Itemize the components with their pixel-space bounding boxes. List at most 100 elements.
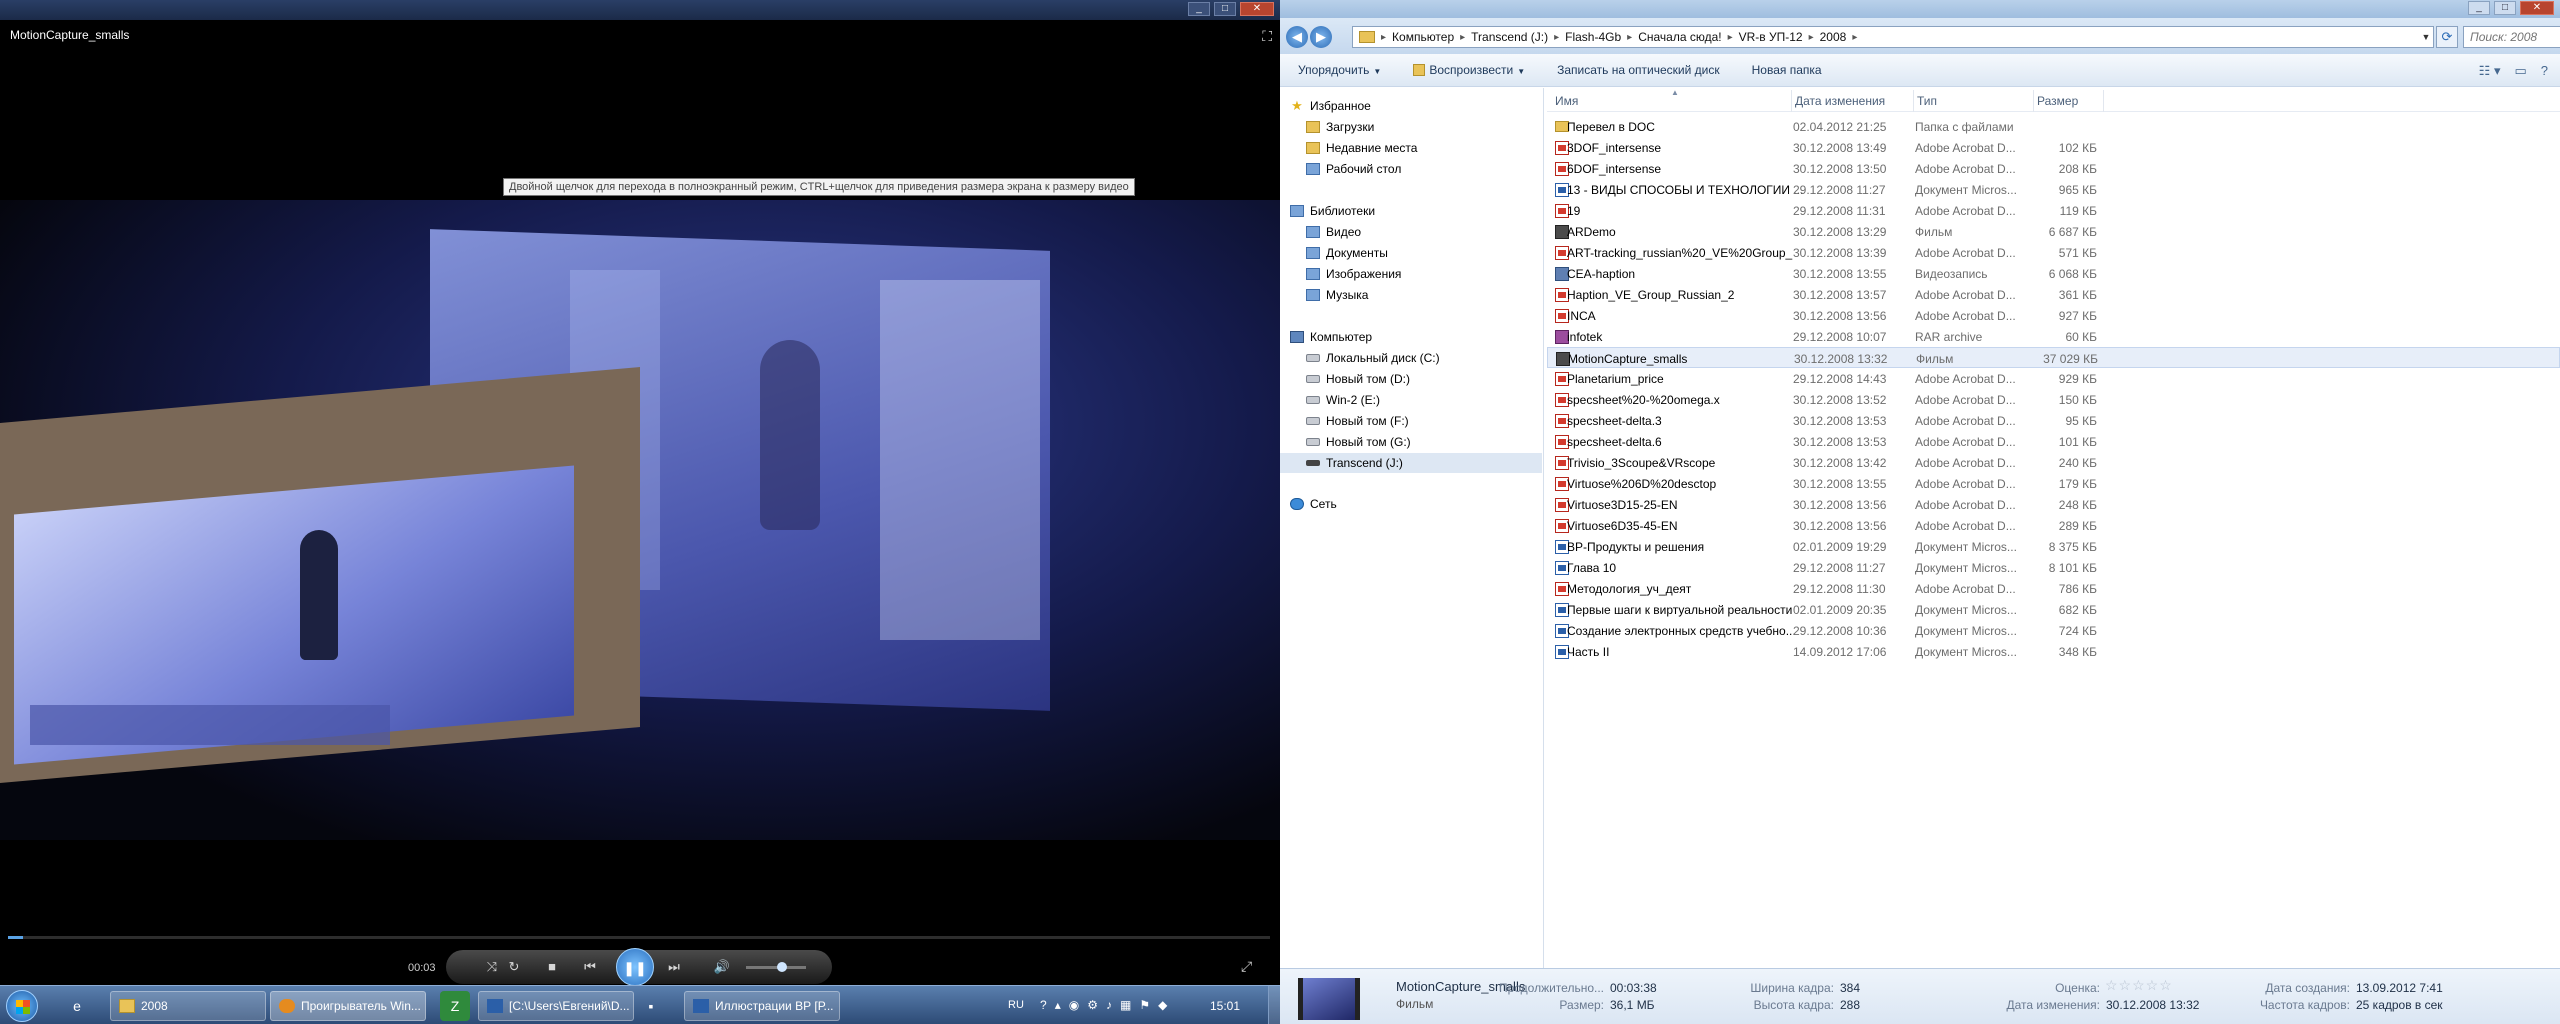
breadcrumb-item[interactable]: Flash-4Gb <box>1565 30 1621 44</box>
view-options-icon[interactable]: ☷ ▾ <box>2479 63 2501 79</box>
play-button[interactable]: Воспроизвести ▼ <box>1413 63 1525 77</box>
file-row[interactable]: Первые шаги к виртуальной реальности 02.0… <box>1547 599 2560 620</box>
file-row[interactable]: ВР-Продукты и решения 02.01.2009 19:29 Док… <box>1547 536 2560 557</box>
file-row[interactable]: 6DOF_intersense 30.12.2008 13:50 Adobe Acr… <box>1547 158 2560 179</box>
file-row[interactable]: Глава 10 29.12.2008 11:27 Документ Micros.… <box>1547 557 2560 578</box>
minimize-button[interactable]: _ <box>1188 2 1210 16</box>
framerate-value[interactable]: 25 кадров в сек <box>2356 998 2443 1012</box>
column-divider[interactable] <box>2033 90 2034 112</box>
duration-value[interactable]: 00:03:38 <box>1610 981 1657 995</box>
nav-drive-e[interactable]: Win-2 (E:) <box>1306 390 1380 410</box>
breadcrumb-item[interactable]: 2008 <box>1820 30 1847 44</box>
frame-height-value[interactable]: 288 <box>1840 998 1860 1012</box>
close-button[interactable]: ✕ <box>1240 2 1274 16</box>
refresh-icon[interactable]: ⟳ <box>2436 26 2458 48</box>
action-center-icon[interactable]: ⚑ <box>1139 998 1150 1012</box>
stop-icon[interactable]: ■ <box>542 957 562 977</box>
app-icon[interactable]: ▪ <box>640 991 662 1021</box>
address-breadcrumb[interactable]: ▸ Компьютер ▸ Transcend (J:) ▸ Flash-4Gb… <box>1352 26 2434 48</box>
network-icon[interactable]: ▦ <box>1120 998 1131 1012</box>
help-icon[interactable]: ? <box>2541 63 2548 79</box>
nav-downloads[interactable]: Загрузки <box>1306 117 1374 137</box>
previous-icon[interactable]: ⏮ <box>580 957 600 977</box>
nav-network[interactable]: Сеть <box>1290 494 1337 514</box>
volume-slider[interactable] <box>746 962 806 972</box>
chevron-right-icon[interactable]: ▸ <box>1809 32 1814 43</box>
file-row[interactable]: specsheet%20-%20omega.x 30.12.2008 13:52 A… <box>1547 389 2560 410</box>
show-desktop-button[interactable] <box>1268 986 1280 1024</box>
taskbar-item-folder-window[interactable]: [C:\Users\Евгений\D... <box>478 991 634 1021</box>
explorer-titlebar[interactable]: _ □ ✕ <box>1280 0 2560 18</box>
tray-arrow-icon[interactable]: ▴ <box>1055 998 1061 1012</box>
minimize-button[interactable]: _ <box>2468 1 2490 15</box>
settings-icon[interactable]: ⚙ <box>1087 998 1098 1012</box>
nav-libraries[interactable]: Библиотеки <box>1290 201 1375 221</box>
nav-desktop[interactable]: Рабочий стол <box>1306 159 1401 179</box>
organize-button[interactable]: Упорядочить ▼ <box>1298 63 1381 77</box>
nav-video[interactable]: Видео <box>1306 222 1361 242</box>
taskbar-item-word[interactable]: Иллюстрации ВР [Р... <box>684 991 840 1021</box>
taskbar-item-media-player[interactable]: Проигрыватель Win... <box>270 991 426 1021</box>
chevron-right-icon[interactable]: ▸ <box>1728 32 1733 43</box>
file-row[interactable]: Virtuose%206D%20desctop 30.12.2008 13:55 A… <box>1547 473 2560 494</box>
column-header-type[interactable]: Тип <box>1917 94 1937 108</box>
close-button[interactable]: ✕ <box>2520 1 2554 15</box>
file-row[interactable]: MotionCapture_smalls 30.12.2008 13:32 Филь… <box>1547 347 2560 368</box>
back-arrow-icon[interactable]: ◀ <box>1286 26 1308 48</box>
created-value[interactable]: 13.09.2012 7:41 <box>2356 981 2443 995</box>
file-row[interactable]: Virtuose3D15-25-EN 30.12.2008 13:56 Adobe … <box>1547 494 2560 515</box>
file-row[interactable]: infotek 29.12.2008 10:07 RAR archive 60 КБ <box>1547 326 2560 347</box>
chevron-right-icon[interactable]: ▸ <box>1554 32 1559 43</box>
column-header-date[interactable]: Дата изменения <box>1795 94 1885 108</box>
chevron-right-icon[interactable]: ▸ <box>1852 32 1857 43</box>
taskbar-item-explorer[interactable]: 2008 <box>110 991 266 1021</box>
pause-button[interactable]: ❚❚ <box>616 948 654 986</box>
maximize-button[interactable]: □ <box>2494 1 2516 15</box>
breadcrumb-item[interactable]: VR-в УП-12 <box>1739 30 1803 44</box>
switch-to-library-icon[interactable]: ⛶ <box>1262 28 1272 45</box>
file-row[interactable]: Часть II 14.09.2012 17:06 Документ Micros.… <box>1547 641 2560 662</box>
repeat-icon[interactable]: ↻ <box>504 957 524 977</box>
file-row[interactable]: 19 29.12.2008 11:31 Adobe Acrobat D... 119 … <box>1547 200 2560 221</box>
next-icon[interactable]: ⏭ <box>664 957 684 977</box>
tray-icon[interactable]: ◆ <box>1158 998 1167 1012</box>
chevron-right-icon[interactable]: ▸ <box>1460 32 1465 43</box>
file-row[interactable]: CEA-haption 30.12.2008 13:55 Видеозапись 6 … <box>1547 263 2560 284</box>
nav-recent-places[interactable]: Недавние места <box>1306 138 1417 158</box>
help-icon[interactable]: ? <box>1040 998 1047 1012</box>
new-folder-button[interactable]: Новая папка <box>1752 63 1822 77</box>
size-value[interactable]: 36,1 МБ <box>1610 998 1655 1012</box>
breadcrumb-item[interactable]: Компьютер <box>1392 30 1454 44</box>
sync-icon[interactable]: ◉ <box>1069 998 1079 1012</box>
file-row[interactable]: specsheet-delta.6 30.12.2008 13:53 Adobe A… <box>1547 431 2560 452</box>
forward-arrow-icon[interactable]: ▶ <box>1310 26 1332 48</box>
shuffle-icon[interactable]: ⤨ <box>482 957 502 977</box>
column-header-name[interactable]: Имя <box>1555 94 1578 108</box>
nav-drive-f[interactable]: Новый том (F:) <box>1306 411 1409 431</box>
file-row[interactable]: 13 - ВИДЫ СПОСОБЫ И ТЕХНОЛОГИИ ... 29.12.… <box>1547 179 2560 200</box>
chevron-down-icon[interactable]: ▼ <box>2419 27 2433 47</box>
switch-view-icon[interactable]: ⤢ <box>1241 958 1252 975</box>
search-input[interactable] <box>2464 27 2560 47</box>
file-row[interactable]: Haption_VE_Group_Russian_2 30.12.2008 13:… <box>1547 284 2560 305</box>
breadcrumb-item[interactable]: Transcend (J:) <box>1471 30 1548 44</box>
maximize-button[interactable]: □ <box>1214 2 1236 16</box>
file-row[interactable]: Trivisio_3Scoupe&VRscope 30.12.2008 13:42… <box>1547 452 2560 473</box>
volume-icon[interactable]: ♪ <box>1106 998 1112 1012</box>
nav-computer[interactable]: Компьютер <box>1290 327 1372 347</box>
video-area[interactable] <box>0 200 1280 840</box>
file-row[interactable]: Перевел в DOC 02.04.2012 21:25 Папка с фай… <box>1547 116 2560 137</box>
volume-icon[interactable]: 🔊 <box>712 957 732 977</box>
rating-stars[interactable]: ☆☆☆☆☆ <box>2105 977 2173 994</box>
file-row[interactable]: specsheet-delta.3 30.12.2008 13:53 Adobe A… <box>1547 410 2560 431</box>
column-divider[interactable] <box>1913 90 1914 112</box>
nav-drive-g[interactable]: Новый том (G:) <box>1306 432 1411 452</box>
seek-bar[interactable] <box>8 936 1270 939</box>
file-row[interactable]: Virtuose6D35-45-EN 30.12.2008 13:56 Adobe … <box>1547 515 2560 536</box>
excel-icon[interactable]: Z <box>440 991 470 1021</box>
nav-music[interactable]: Музыка <box>1306 285 1368 305</box>
preview-pane-icon[interactable]: ▭ <box>2514 63 2526 79</box>
clock[interactable]: 15:01 <box>1210 999 1240 1013</box>
file-row[interactable]: 3DOF_intersense 30.12.2008 13:49 Adobe Acr… <box>1547 137 2560 158</box>
chevron-right-icon[interactable]: ▸ <box>1627 32 1632 43</box>
